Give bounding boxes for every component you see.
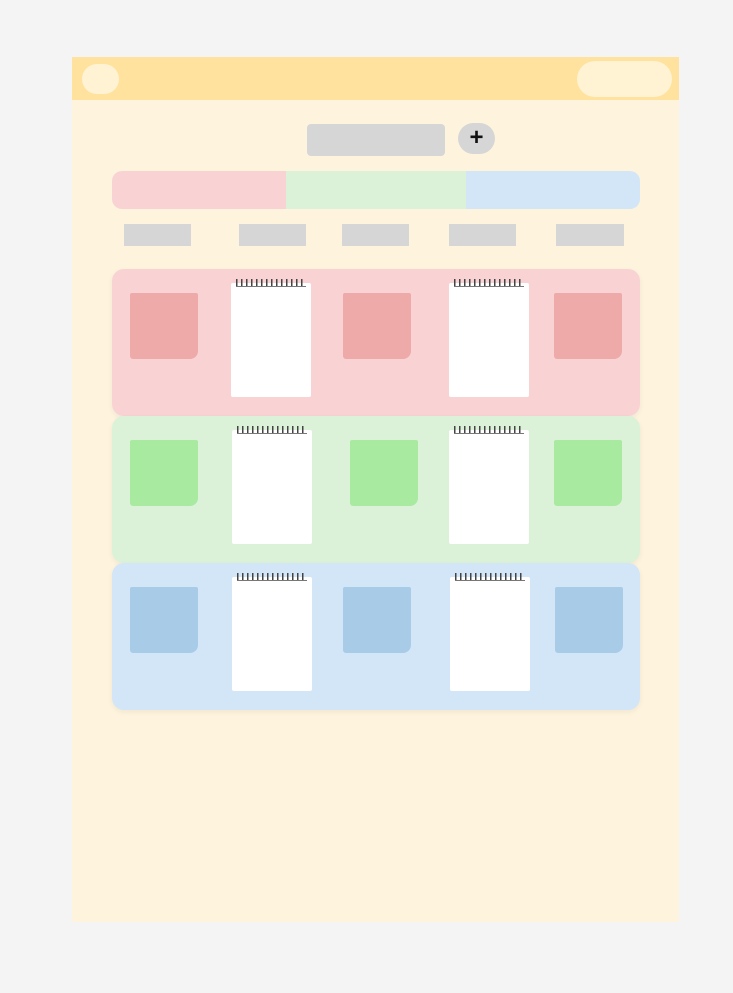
tab-green[interactable] xyxy=(286,171,466,209)
sticky-note[interactable] xyxy=(343,293,411,359)
notebook-card[interactable] xyxy=(449,426,529,544)
notebook-card[interactable] xyxy=(232,426,312,544)
tab-blue[interactable] xyxy=(466,171,640,209)
notebook-spiral-icon xyxy=(236,279,306,287)
column-label-5 xyxy=(556,224,624,246)
sticky-note[interactable] xyxy=(554,440,622,506)
board-page: + xyxy=(72,57,679,922)
column-label-1 xyxy=(124,224,191,246)
menu-button[interactable] xyxy=(82,64,119,94)
sticky-note[interactable] xyxy=(130,587,198,653)
column-label-4 xyxy=(449,224,516,246)
sticky-note[interactable] xyxy=(130,293,198,359)
notebook-card[interactable] xyxy=(450,573,530,691)
sticky-note[interactable] xyxy=(130,440,198,506)
notebook-card[interactable] xyxy=(231,279,311,397)
board-title-field[interactable] xyxy=(307,124,445,156)
column-label-2 xyxy=(239,224,306,246)
tab-red[interactable] xyxy=(112,171,286,209)
notebook-card[interactable] xyxy=(449,279,529,397)
sticky-note[interactable] xyxy=(555,587,623,653)
notebook-spiral-icon xyxy=(455,573,525,581)
notebook-spiral-icon xyxy=(454,279,524,287)
notebook-spiral-icon xyxy=(454,426,524,434)
notebook-spiral-icon xyxy=(237,573,307,581)
account-button[interactable] xyxy=(577,61,672,97)
sticky-note[interactable] xyxy=(343,587,411,653)
add-button[interactable]: + xyxy=(458,123,495,154)
board-row-green xyxy=(112,416,640,563)
notebook-card[interactable] xyxy=(232,573,312,691)
sticky-note[interactable] xyxy=(350,440,418,506)
board-row-red xyxy=(112,269,640,416)
sticky-note[interactable] xyxy=(554,293,622,359)
color-tabs xyxy=(112,171,640,209)
board-row-blue xyxy=(112,563,640,710)
column-label-3 xyxy=(342,224,409,246)
top-bar xyxy=(72,57,679,100)
notebook-spiral-icon xyxy=(237,426,307,434)
